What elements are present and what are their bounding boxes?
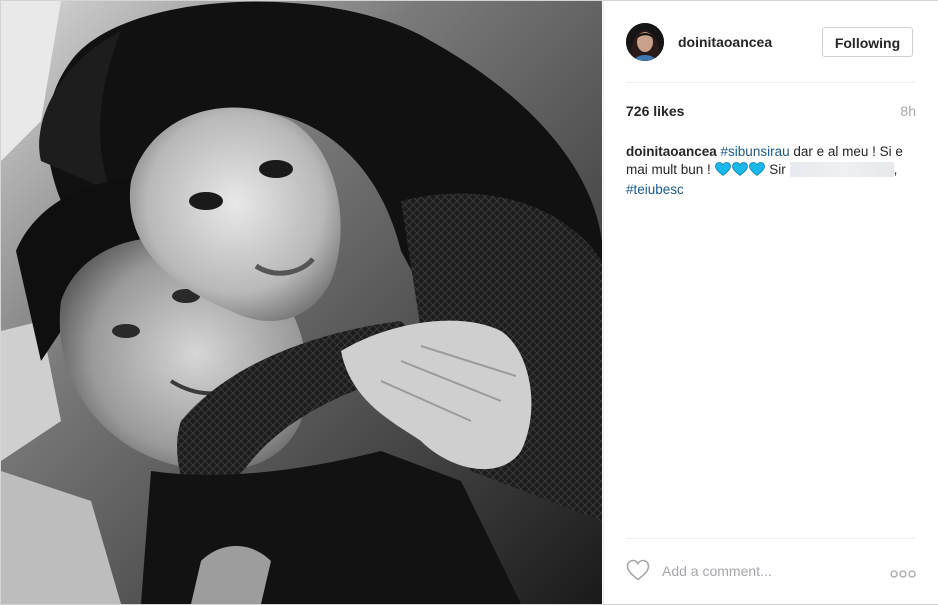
more-dots-svg xyxy=(890,570,916,578)
post-author-username[interactable]: doinitaoancea xyxy=(678,34,772,50)
blue-heart-icon xyxy=(731,162,748,176)
blue-heart-icon xyxy=(748,162,765,176)
blue-hearts-emoji xyxy=(714,162,766,181)
following-button[interactable]: Following xyxy=(822,27,913,57)
more-options-icon[interactable] xyxy=(890,566,916,578)
like-heart-svg xyxy=(626,559,650,581)
post-timestamp[interactable]: 8h xyxy=(900,103,916,119)
heart-outline-icon[interactable] xyxy=(626,559,650,581)
hashtag-link-2[interactable]: #teiubesc xyxy=(626,182,684,197)
post-caption: doinitaoancea #sibunsirau dar e al meu !… xyxy=(626,143,918,199)
post-details-panel: doinitaoancea Following 726 likes 8h doi… xyxy=(603,1,938,604)
post-photo[interactable] xyxy=(1,1,602,604)
avatar-image xyxy=(626,23,664,61)
header-divider xyxy=(626,82,916,83)
post-modal: doinitaoancea Following 726 likes 8h doi… xyxy=(0,0,938,605)
likes-count[interactable]: 726 likes xyxy=(626,103,684,119)
blue-heart-icon xyxy=(714,162,731,176)
post-photo-image xyxy=(1,1,602,604)
add-comment-input[interactable] xyxy=(662,560,862,582)
caption-text-2: Sir xyxy=(765,162,790,177)
post-header: doinitaoancea Following xyxy=(604,1,938,83)
redacted-mention xyxy=(789,162,894,177)
caption-author[interactable]: doinitaoancea xyxy=(626,144,717,159)
footer-divider xyxy=(626,538,916,539)
hashtag-link[interactable]: #sibunsirau xyxy=(721,144,790,159)
caption-separator: , xyxy=(893,162,898,177)
profile-avatar[interactable] xyxy=(626,23,664,61)
